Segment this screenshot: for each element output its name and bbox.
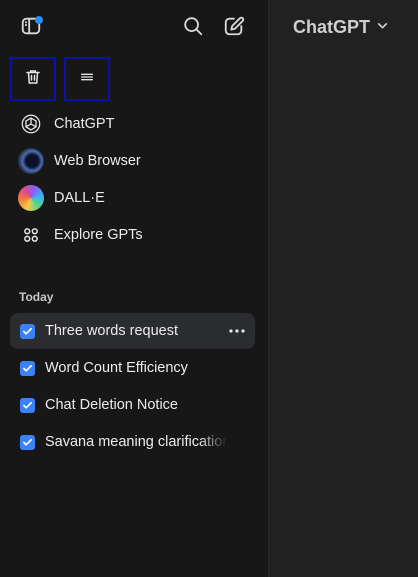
model-selector[interactable]: ChatGPT [293, 17, 389, 38]
web-browser-logo-icon [18, 148, 44, 174]
sidebar-item-web-browser[interactable]: Web Browser [10, 144, 255, 178]
chat-title: Chat Deletion Notice [45, 397, 178, 413]
new-chat-button[interactable] [219, 13, 249, 43]
checkbox[interactable] [20, 323, 35, 339]
sidebar-item-chatgpt[interactable]: ChatGPT [10, 107, 255, 141]
main-panel: ChatGPT [268, 0, 418, 577]
sidebar: ChatGPT Web Browser DALL·E Explore GPTs … [0, 0, 268, 577]
menu-button[interactable] [64, 57, 110, 101]
dalle-logo-icon [18, 185, 44, 211]
checkbox[interactable] [20, 397, 35, 413]
chat-list-item[interactable]: Savana meaning clarification [10, 424, 255, 460]
sidebar-item-label: ChatGPT [54, 116, 115, 132]
search-button[interactable] [178, 13, 208, 43]
checkbox[interactable] [20, 360, 35, 376]
chat-list-item[interactable]: Three words request [10, 313, 255, 349]
ellipsis-icon [229, 329, 245, 333]
sidebar-item-label: DALL·E [54, 190, 105, 206]
chat-title: Word Count Efficiency [45, 360, 188, 376]
chevron-down-icon [376, 19, 389, 37]
new-chat-icon [223, 15, 245, 42]
chat-list-item[interactable]: Word Count Efficiency [10, 350, 255, 386]
check-icon [23, 401, 32, 409]
delete-selected-button[interactable] [10, 57, 56, 101]
chat-title: Three words request [45, 323, 178, 339]
sidebar-toggle-button[interactable] [16, 13, 46, 43]
section-title-today: Today [19, 290, 54, 304]
check-icon [23, 364, 32, 372]
model-name: ChatGPT [293, 17, 371, 37]
search-icon [182, 15, 204, 42]
sidebar-item-explore-gpts[interactable]: Explore GPTs [10, 218, 255, 252]
check-icon [23, 438, 32, 446]
trash-icon [24, 68, 42, 91]
notification-dot [35, 16, 43, 24]
checkbox[interactable] [20, 434, 35, 450]
sidebar-item-dalle[interactable]: DALL·E [10, 181, 255, 215]
check-icon [23, 327, 32, 335]
chatgpt-logo-icon [18, 111, 44, 137]
chat-title: Savana meaning clarification [45, 434, 227, 450]
more-options-button[interactable] [227, 321, 247, 341]
grid-icon [18, 222, 44, 248]
chat-list-item[interactable]: Chat Deletion Notice [10, 387, 255, 423]
sidebar-item-label: Web Browser [54, 153, 141, 169]
menu-icon [79, 69, 95, 90]
sidebar-item-label: Explore GPTs [54, 227, 143, 243]
